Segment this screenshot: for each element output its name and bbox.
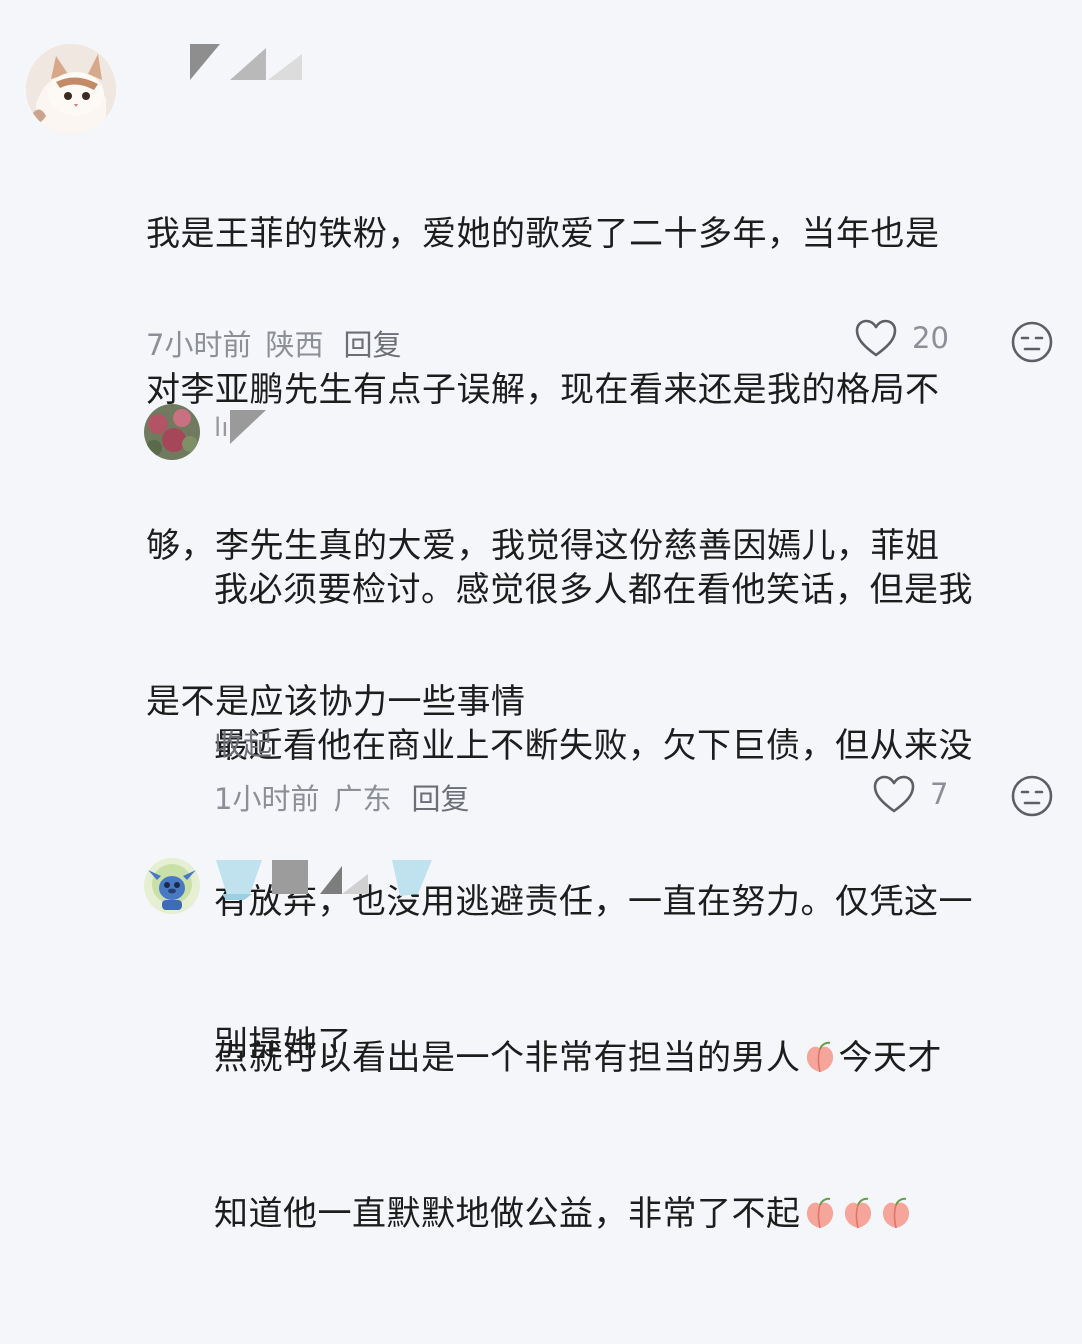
comment-meta: 7小时前 陕西 回复 [146, 322, 415, 364]
peach-emoji-icon [806, 1197, 833, 1229]
timestamp: 1小时前 [214, 782, 320, 816]
dislike-button[interactable] [1010, 774, 1054, 822]
user-avatar[interactable] [26, 44, 116, 134]
location: 广东 [333, 782, 392, 816]
comment-text: 我必须要检讨。感觉很多人都在看他笑话，但是我 最近看他在商业上不断失败，欠下巨债… [214, 460, 1064, 1344]
username-masked[interactable]: lı [214, 410, 270, 446]
peach-emoji-icon [882, 1197, 909, 1229]
like-count: 20 [912, 321, 949, 355]
like-count: 7 [930, 777, 949, 811]
location: 陕西 [265, 328, 324, 362]
user-avatar[interactable] [144, 858, 200, 914]
text-line: 知道他一直默默地做公益，非常了不起 [214, 1188, 1064, 1240]
text-line: 最近看他在商业上不断失败，欠下巨债，但从来没 [214, 726, 973, 766]
text-fragment: 知道他一直默默地做公益，非常了不起 [214, 1194, 801, 1234]
neutral-face-icon [1011, 775, 1053, 817]
like-button[interactable]: 20 [854, 318, 949, 358]
text-line: 对李亚鹏先生有点子误解，现在看来还是我的格局不 [146, 370, 940, 410]
heart-outline-icon [855, 319, 897, 357]
text-line: 我是王菲的铁粉，爱她的歌爱了二十多年，当年也是 [146, 214, 940, 254]
flower-avatar-icon [144, 404, 200, 460]
peach-emoji-icon [844, 1197, 871, 1229]
comment-1: 我是王菲的铁粉，爱她的歌爱了二十多年，当年也是 对李亚鹏先生有点子误解，现在看来… [0, 0, 1082, 722]
like-button[interactable]: 7 [872, 774, 948, 814]
neutral-face-icon [1011, 321, 1053, 363]
mosaic-mask [230, 410, 267, 444]
comment-text: 别提她了 [214, 914, 1064, 1174]
username-fragment: lı [214, 413, 229, 443]
mosaic-mask [216, 860, 432, 900]
collapse-button[interactable]: 收起 [214, 722, 272, 764]
text-line: 别提她了 [214, 1024, 352, 1064]
text-line: 我必须要检讨。感觉很多人都在看他笑话，但是我 [214, 570, 973, 610]
user-avatar[interactable] [144, 404, 200, 460]
username-masked[interactable] [190, 44, 320, 80]
username-masked[interactable] [216, 860, 436, 900]
reply-button[interactable]: 回复 [343, 322, 401, 364]
comment-meta: 1小时前 广东 回复 [214, 776, 483, 818]
reply-button[interactable]: 回复 [411, 776, 469, 818]
timestamp: 7小时前 [146, 328, 252, 362]
stitch-avatar-icon [144, 858, 200, 914]
dislike-button[interactable] [1010, 320, 1054, 368]
mosaic-mask [190, 44, 302, 80]
cat-avatar-icon [26, 44, 116, 134]
heart-outline-icon [873, 775, 915, 813]
